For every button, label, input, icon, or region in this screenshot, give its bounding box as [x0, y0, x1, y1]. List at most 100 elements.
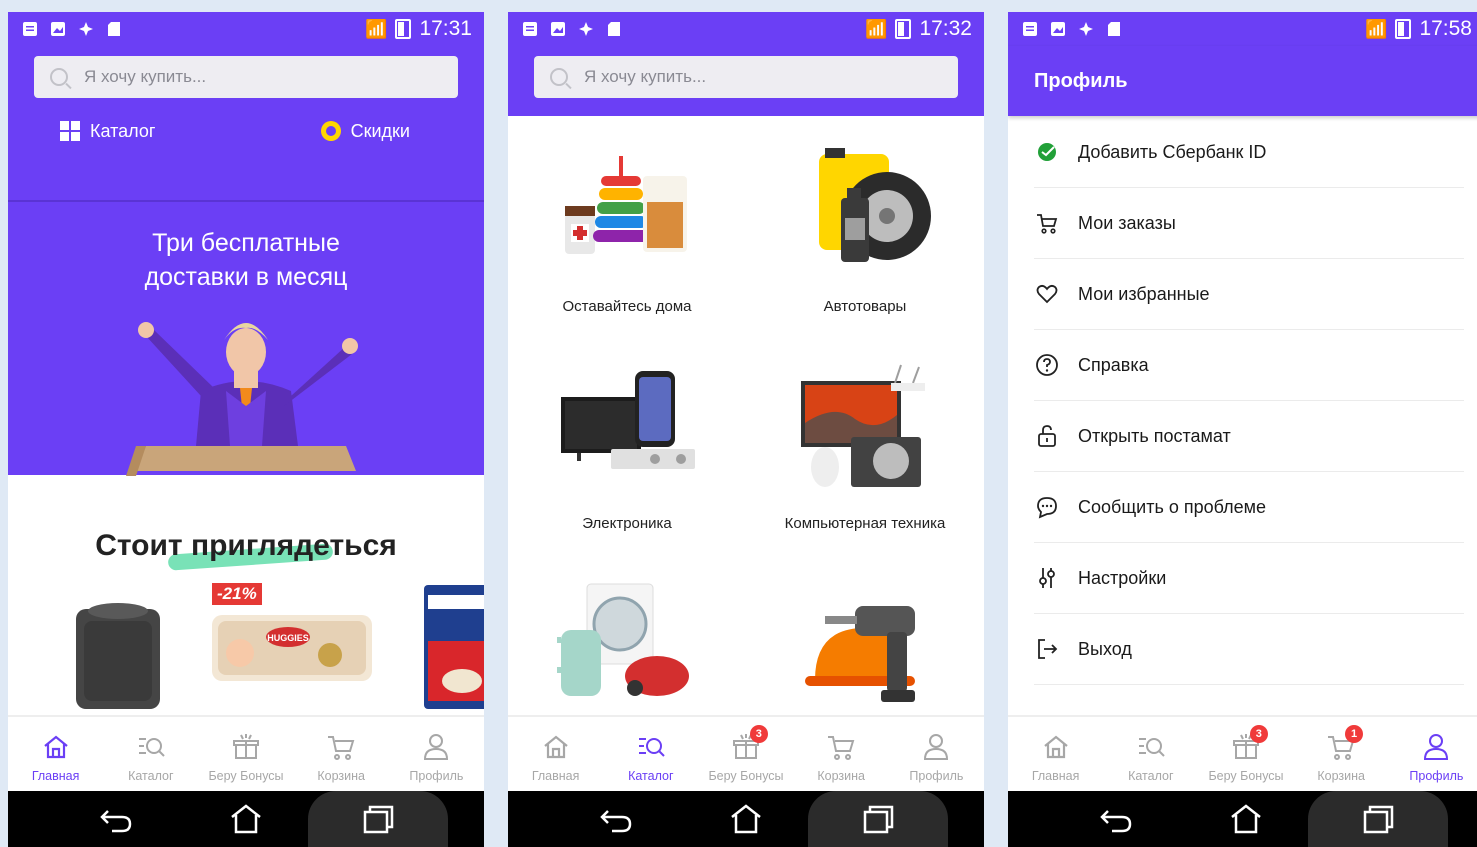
chat-icon [1037, 497, 1057, 519]
cart-icon [828, 736, 855, 760]
wifi-icon: 📶 [1365, 18, 1388, 39]
image-icon [51, 22, 65, 36]
svg-text:HUGGIES: HUGGIES [267, 633, 309, 643]
tab-profile-label: Профиль [409, 769, 464, 783]
promo-banner[interactable]: Три бесплатные доставки в месяц [8, 202, 484, 476]
system-nav-bar [8, 791, 484, 847]
tab-profile[interactable]: Профиль [889, 717, 984, 791]
search-input[interactable]: Я хочу купить... [534, 56, 958, 98]
tab-catalog[interactable]: Каталог [1103, 717, 1198, 791]
menu-item-settings[interactable]: Настройки [1034, 543, 1464, 614]
search-placeholder: Я хочу купить... [84, 67, 207, 86]
unlock-icon [1038, 425, 1056, 447]
header: Я хочу купить... Каталог Скидки [8, 46, 484, 202]
battery-icon [1395, 19, 1412, 39]
grid-icon [60, 121, 80, 141]
back-icon[interactable] [98, 803, 134, 835]
home-nav-icon[interactable] [228, 803, 264, 835]
category-label: Автотовары [823, 298, 907, 315]
menu-item-report-problem[interactable]: Сообщить о проблеме [1034, 472, 1464, 543]
discounts-link[interactable]: Скидки [320, 120, 410, 142]
menu-item-label: Сообщить о проблеме [1078, 496, 1266, 517]
banner-line-2: доставки в месяц [144, 263, 348, 291]
computers-image [801, 364, 925, 487]
tab-bonuses[interactable]: Беру Бонусы [198, 717, 293, 791]
menu-item-label: Выход [1078, 638, 1132, 659]
tab-bonuses[interactable]: 3 Беру Бонусы [1198, 717, 1293, 791]
wifi-icon: 📶 [865, 18, 888, 39]
tab-catalog-label: Каталог [128, 769, 174, 783]
home-nav-icon[interactable] [1228, 803, 1264, 835]
menu-item-help[interactable]: Справка [1034, 330, 1464, 401]
status-time: 17:31 [419, 17, 472, 40]
tab-profile[interactable]: Профиль [389, 717, 484, 791]
category-label: Компьютерная техника [784, 515, 946, 532]
sberbank-icon [1038, 143, 1056, 161]
bonuses-badge: 3 [749, 725, 768, 743]
sdcard-icon [608, 22, 620, 36]
home-nav-icon[interactable] [728, 803, 764, 835]
fan-icon [79, 22, 93, 36]
menu-item-favorites[interactable]: Мои избранные [1034, 259, 1464, 330]
discounts-link-label: Скидки [350, 120, 410, 141]
notification-icon [1023, 22, 1037, 36]
sdcard-icon [1108, 22, 1120, 36]
tab-cart[interactable]: Корзина [794, 717, 889, 791]
bonuses-badge: 3 [1249, 725, 1268, 743]
category-stay-home[interactable]: Оставайтесь дома [508, 146, 746, 363]
tab-bar: Главная Каталог 3 Беру Бонусы Корзина Пр… [508, 715, 984, 791]
tab-bonuses-label: Беру Бонусы [208, 769, 284, 783]
heart-icon [1036, 284, 1058, 304]
banner-person-image [126, 322, 358, 476]
fan-icon [579, 22, 593, 36]
battery-icon [395, 19, 412, 39]
tab-catalog[interactable]: Каталог [103, 717, 198, 791]
catalog-link[interactable]: Каталог [60, 121, 155, 142]
menu-item-label: Мои избранные [1078, 283, 1210, 304]
tab-catalog[interactable]: Каталог [603, 717, 698, 791]
recent-apps-icon[interactable] [860, 803, 896, 835]
back-icon[interactable] [598, 803, 634, 835]
menu-item-sberbank-id[interactable]: Добавить Сбербанк ID [1034, 117, 1464, 188]
notification-icon [23, 22, 37, 36]
category-auto[interactable]: Автотовары [746, 146, 984, 363]
menu-item-postamat[interactable]: Открыть постамат [1034, 401, 1464, 472]
tab-profile-label: Профиль [909, 769, 964, 783]
tab-cart[interactable]: Корзина [294, 717, 389, 791]
tab-home-label: Главная [531, 769, 580, 783]
product-coffee-image[interactable] [422, 581, 484, 711]
tab-home[interactable]: Главная [508, 717, 603, 791]
tab-bar: Главная Каталог Беру Бонусы Корзина Проф… [8, 715, 484, 791]
tab-cart[interactable]: 1 Корзина [1294, 717, 1389, 791]
appliances-image [557, 583, 689, 696]
tab-profile[interactable]: Профиль [1389, 717, 1477, 791]
menu-item-orders[interactable]: Мои заказы [1034, 188, 1464, 259]
recent-apps-icon[interactable] [1360, 803, 1396, 835]
cart-icon [328, 736, 355, 760]
menu-item-label: Справка [1078, 354, 1149, 375]
search-input[interactable]: Я хочу купить... [34, 56, 458, 98]
tab-catalog-label: Каталог [628, 769, 674, 783]
tab-home[interactable]: Главная [1008, 717, 1103, 791]
recent-apps-icon[interactable] [360, 803, 396, 835]
stay-home-image [565, 156, 687, 254]
menu-item-logout[interactable]: Выход [1034, 614, 1464, 685]
tab-bonuses[interactable]: 3 Беру Бонусы [698, 717, 793, 791]
user-icon [924, 734, 949, 760]
image-icon [1051, 22, 1065, 36]
tab-bonuses-label: Беру Бонусы [708, 769, 784, 783]
back-icon[interactable] [1098, 803, 1134, 835]
tab-home[interactable]: Главная [8, 717, 103, 791]
category-electronics[interactable]: Электроника [508, 363, 746, 580]
search-icon [50, 68, 68, 86]
category-computers[interactable]: Компьютерная техника [746, 363, 984, 580]
page-title: Профиль [1008, 46, 1477, 116]
tab-home-label: Главная [1031, 769, 1080, 783]
auto-image [819, 148, 931, 262]
product-wipes-image[interactable]: HUGGIES [210, 613, 374, 683]
help-icon [1036, 354, 1058, 376]
product-speaker-image[interactable] [74, 599, 162, 711]
status-bar: 📶 17:31 [8, 12, 484, 46]
discount-icon [320, 121, 341, 141]
user-icon [424, 734, 449, 760]
